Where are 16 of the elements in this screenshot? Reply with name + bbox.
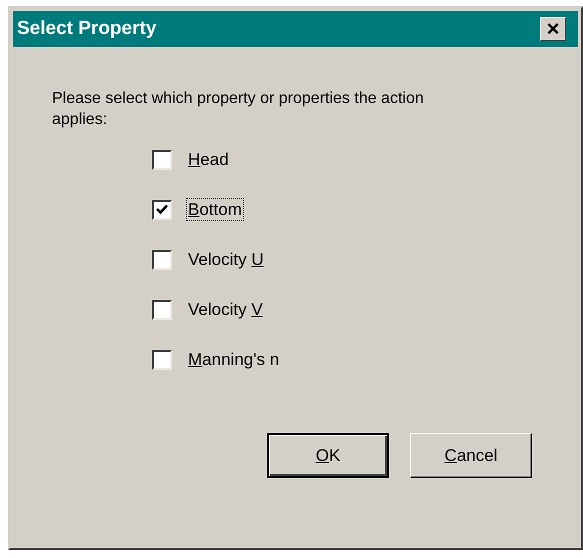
checkbox[interactable] (152, 150, 172, 170)
checkbox[interactable] (152, 350, 172, 370)
checkbox-label[interactable]: Manning's n (187, 349, 280, 370)
dialog-button[interactable]: OK (267, 433, 389, 478)
checkbox-label[interactable]: Head (187, 149, 230, 170)
close-button[interactable]: × (540, 17, 566, 41)
checkbox-label[interactable]: Velocity V (187, 299, 264, 320)
check-icon (156, 204, 168, 215)
checkbox[interactable] (152, 200, 172, 220)
window-title: Select Property (17, 16, 156, 41)
checkbox-label[interactable]: Velocity U (187, 249, 265, 270)
checkbox-label[interactable]: Bottom (187, 199, 243, 220)
checkbox[interactable] (152, 250, 172, 270)
checkbox[interactable] (152, 300, 172, 320)
prompt-text: Please select which property or properties the action applies: (52, 89, 425, 130)
dialog-button[interactable]: Cancel (410, 433, 532, 478)
